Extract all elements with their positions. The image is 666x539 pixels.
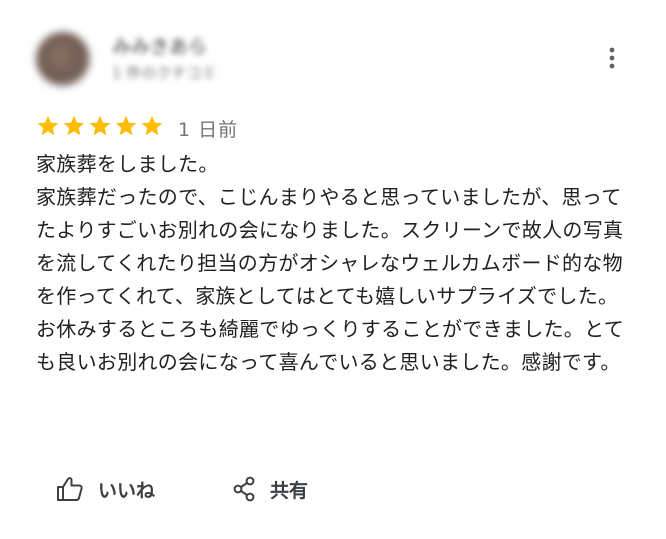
more-options-button[interactable] (598, 42, 626, 74)
review-text-line: 家族葬をしました。 (36, 152, 219, 176)
star-icon (89, 115, 111, 136)
like-label: いいね (98, 479, 156, 502)
more-vert-icon (609, 47, 615, 69)
review-text-line: 家族葬だったので、こじんまりやると思っていましたが、思ってたよりすごいお別れの会… (36, 185, 625, 374)
review-text: 家族葬をしました。 家族葬だったので、こじんまりやると思っていましたが、思ってた… (36, 148, 636, 379)
share-label: 共有 (270, 479, 309, 502)
star-icon (141, 115, 163, 136)
share-button[interactable]: 共有 (232, 470, 308, 508)
author-review-count: 1 件のクチコミ (112, 64, 217, 82)
stars (36, 114, 166, 142)
author-name[interactable]: みみきあら (112, 32, 207, 59)
thumb-up-icon (57, 477, 83, 501)
share-icon (233, 476, 255, 502)
star-icon (115, 115, 137, 136)
review-date: 1 日前 (178, 118, 239, 141)
like-button[interactable]: いいね (56, 470, 155, 508)
star-icon (63, 115, 85, 136)
avatar[interactable] (36, 32, 90, 86)
star-rating: 1 日前 (36, 114, 238, 142)
star-icon (37, 115, 59, 136)
